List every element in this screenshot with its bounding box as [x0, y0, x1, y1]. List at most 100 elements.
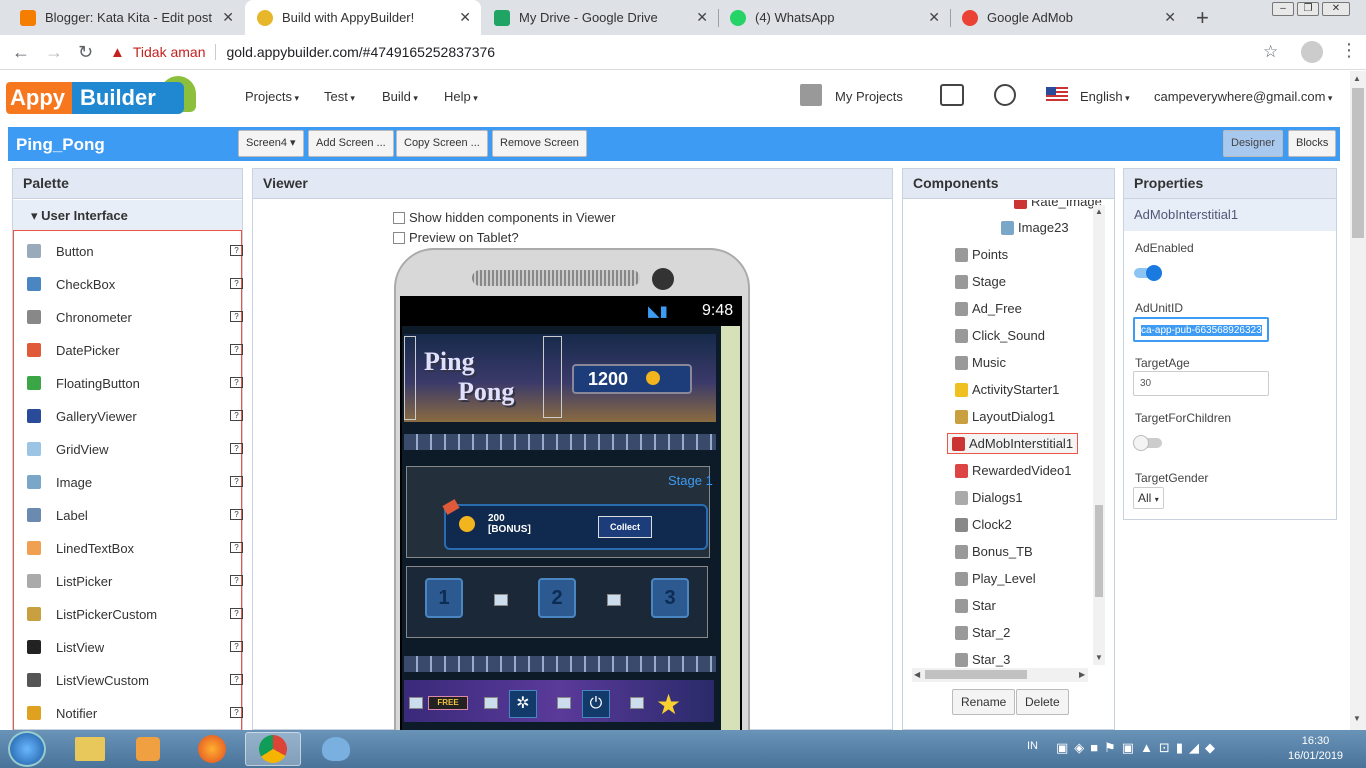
preview-tablet-checkbox[interactable]: Preview on Tablet? — [393, 230, 519, 245]
palette-item-image[interactable]: Image? — [27, 470, 243, 494]
star-icon[interactable]: ★ — [656, 688, 681, 721]
help-icon[interactable]: ? — [230, 542, 243, 553]
component-item-admobinterstitial1[interactable]: AdMobInterstitial1 — [947, 433, 1079, 454]
omnibox[interactable]: ▲ Tidak aman gold.appybuilder.com/#47491… — [110, 38, 1295, 66]
palette-group-header[interactable]: ▾ User Interface — [13, 200, 242, 230]
help-icon[interactable]: ? — [230, 344, 243, 355]
component-item-layoutdialog1[interactable]: LayoutDialog1 — [955, 409, 1055, 424]
component-outline[interactable] — [543, 336, 562, 418]
bookmark-star-icon[interactable]: ☆ — [1263, 42, 1278, 62]
tab-google-drive[interactable]: My Drive - Google Drive ✕ — [482, 0, 718, 35]
palette-item-floatingbutton[interactable]: FloatingButton? — [27, 371, 243, 395]
minimize-icon[interactable]: – — [1272, 2, 1294, 16]
tab-whatsapp[interactable]: (4) WhatsApp ✕ — [718, 0, 950, 35]
help-icon[interactable]: ? — [230, 674, 243, 685]
power-icon[interactable]: ⏻ — [582, 690, 610, 718]
image-placeholder-icon[interactable] — [557, 697, 571, 709]
palette-item-listviewcustom[interactable]: ListViewCustom? — [27, 668, 243, 692]
collect-button[interactable]: Collect — [598, 516, 652, 538]
scroll-up-icon[interactable]: ▲ — [1095, 207, 1103, 216]
help-icon[interactable]: ? — [230, 641, 243, 652]
toggle-knob[interactable] — [1146, 265, 1162, 281]
input-language[interactable]: IN — [1027, 740, 1038, 752]
component-item-clock2[interactable]: Clock2 — [955, 517, 1012, 532]
help-icon[interactable]: ? — [230, 377, 243, 388]
media-player-icon[interactable] — [120, 732, 176, 766]
window-close-icon[interactable]: ✕ — [1322, 2, 1350, 16]
scroll-down-icon[interactable]: ▼ — [1353, 714, 1361, 723]
help-icon[interactable]: ? — [230, 575, 243, 586]
palette-item-gridview[interactable]: GridView? — [27, 437, 243, 461]
toggle-knob[interactable] — [1133, 435, 1149, 451]
component-item-stage[interactable]: Stage — [955, 274, 1006, 289]
screen-select[interactable]: Screen4 ▾ — [238, 130, 304, 157]
menu-projects[interactable]: Projects — [245, 89, 299, 104]
rename-button[interactable]: Rename — [952, 689, 1016, 715]
help-icon[interactable]: ? — [230, 443, 243, 454]
menu-test[interactable]: Test — [324, 89, 355, 104]
component-item-rewardedvideo1[interactable]: RewardedVideo1 — [955, 463, 1072, 478]
designer-button[interactable]: Designer — [1223, 130, 1284, 157]
reload-icon[interactable]: ↻ — [78, 42, 93, 63]
system-tray-icons[interactable]: ▣◈■⚑▣▲⊡▮◢◆ — [1056, 740, 1221, 756]
palette-item-label[interactable]: Label? — [27, 503, 243, 527]
new-tab-icon[interactable]: + — [1196, 5, 1209, 31]
component-item-star_2[interactable]: Star_2 — [955, 625, 1010, 640]
folder-icon[interactable] — [800, 84, 822, 106]
copy-screen-button[interactable]: Copy Screen ... — [396, 130, 488, 157]
help-icon[interactable]: ? — [230, 278, 243, 289]
image-placeholder-icon[interactable] — [607, 594, 621, 606]
level-1-button[interactable]: 1 — [425, 578, 463, 618]
component-item-play_level[interactable]: Play_Level — [955, 571, 1036, 586]
menu-build[interactable]: Build — [382, 89, 418, 104]
scroll-right-icon[interactable]: ▶ — [1079, 670, 1085, 679]
show-hidden-checkbox[interactable]: Show hidden components in Viewer — [393, 210, 615, 225]
scroll-left-icon[interactable]: ◀ — [914, 670, 920, 679]
target-age-field[interactable]: 30 — [1133, 371, 1269, 396]
help-icon[interactable]: ? — [230, 608, 243, 619]
component-item-image23[interactable]: Image23 — [1001, 220, 1069, 235]
palette-item-listview[interactable]: ListView? — [27, 635, 243, 659]
file-explorer-icon[interactable] — [62, 732, 118, 766]
my-projects-link[interactable]: My Projects — [835, 89, 903, 104]
checkbox-box[interactable] — [393, 211, 405, 224]
component-item-bonus_tb[interactable]: Bonus_TB — [955, 544, 1033, 559]
forward-icon[interactable]: → — [45, 42, 63, 63]
component-item-click_sound[interactable]: Click_Sound — [955, 328, 1045, 343]
settings-gear-icon[interactable]: ✲ — [509, 690, 537, 718]
component-item-activitystarter1[interactable]: ActivityStarter1 — [955, 382, 1059, 397]
component-item-music[interactable]: Music — [955, 355, 1006, 370]
remove-screen-button[interactable]: Remove Screen — [492, 130, 587, 157]
account-menu[interactable]: campeverywhere@gmail.com — [1154, 89, 1332, 104]
component-item-points[interactable]: Points — [955, 247, 1008, 262]
delete-button[interactable]: Delete — [1016, 689, 1069, 715]
tab-admob[interactable]: Google AdMob ✕ — [950, 0, 1186, 35]
tab-blogger[interactable]: Blogger: Kata Kita - Edit post ✕ — [8, 0, 244, 35]
component-item-star[interactable]: Star — [955, 598, 996, 613]
close-icon[interactable]: ✕ — [222, 9, 234, 26]
close-icon[interactable]: ✕ — [459, 9, 471, 26]
checkbox-box[interactable] — [393, 231, 405, 244]
logo-builder[interactable]: Builder — [72, 82, 184, 114]
windows-start-button[interactable] — [8, 731, 46, 767]
component-item-dialogs1[interactable]: Dialogs1 — [955, 490, 1023, 505]
support-icon[interactable] — [994, 84, 1016, 106]
palette-item-listpicker[interactable]: ListPicker? — [27, 569, 243, 593]
close-icon[interactable]: ✕ — [696, 9, 708, 26]
component-item-star_3[interactable]: Star_3 — [955, 652, 1010, 667]
components-hscroll-thumb[interactable] — [925, 670, 1027, 679]
firefox-icon[interactable] — [184, 732, 240, 766]
palette-item-button[interactable]: Button? — [27, 239, 243, 263]
image-placeholder-icon[interactable] — [630, 697, 644, 709]
profile-avatar-icon[interactable] — [1301, 41, 1323, 63]
help-icon[interactable]: ? — [230, 245, 243, 256]
help-icon[interactable]: ? — [230, 311, 243, 322]
component-item-rate_image[interactable]: Rate_Image — [1014, 200, 1102, 209]
level-2-button[interactable]: 2 — [538, 578, 576, 618]
palette-item-datepicker[interactable]: DatePicker? — [27, 338, 243, 362]
gallery-search-icon[interactable] — [940, 84, 964, 106]
image-placeholder-icon[interactable] — [484, 697, 498, 709]
close-icon[interactable]: ✕ — [928, 9, 940, 26]
taskbar-clock[interactable]: 16:30 16/01/2019 — [1288, 734, 1343, 764]
page-scroll-thumb[interactable] — [1352, 88, 1364, 238]
